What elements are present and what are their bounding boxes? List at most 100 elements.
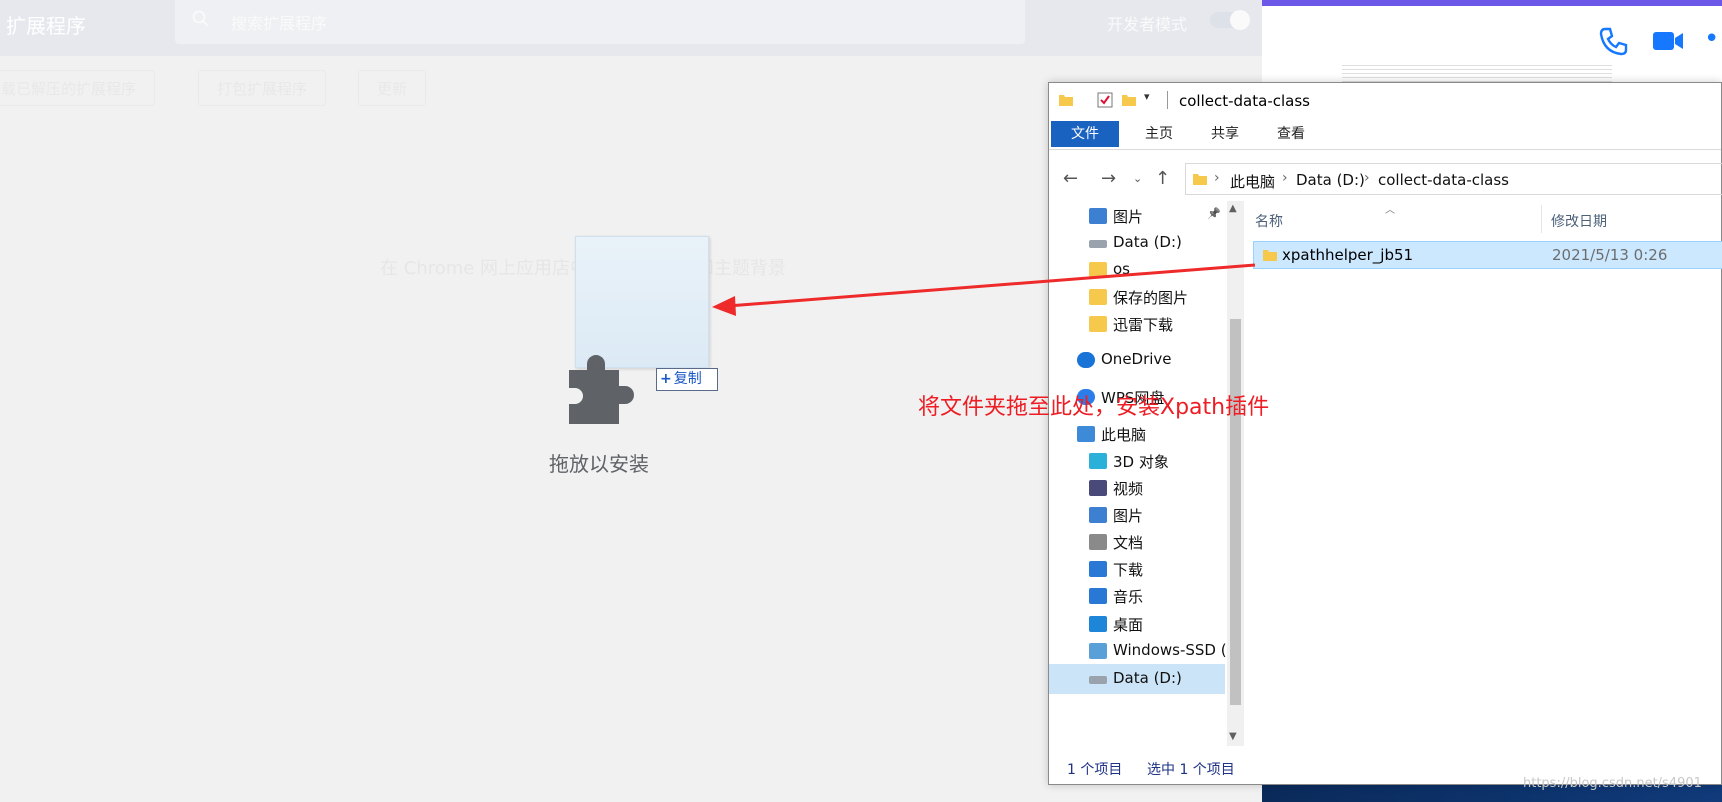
file-row[interactable]: xpathhelper_jb51 2021/5/13 0:26 [1253, 241, 1722, 269]
sidebar-item[interactable]: Data (D:) [1049, 664, 1225, 694]
sidebar-item[interactable]: OneDrive [1049, 345, 1225, 375]
sidebar-item-label: os [1113, 260, 1130, 278]
sidebar-item[interactable]: Data (D:) [1049, 228, 1225, 258]
documents-icon [1089, 534, 1107, 550]
document-thumbnail [1342, 62, 1612, 84]
sidebar-item[interactable]: 3D 对象 [1049, 446, 1225, 476]
breadcrumb-this-pc[interactable]: 此电脑 [1230, 171, 1275, 192]
extensions-toolbar: 扩展程序 搜索扩展程序 开发者模式 [0, 0, 1265, 56]
search-input[interactable]: 搜索扩展程序 [231, 10, 327, 34]
tab-share[interactable]: 共享 [1195, 121, 1255, 147]
sidebar-item-label: Data (D:) [1113, 233, 1182, 251]
sidebar-item[interactable]: 保存的图片 [1049, 282, 1225, 312]
videos-icon [1089, 480, 1107, 496]
forward-arrow-icon[interactable]: → [1101, 168, 1116, 189]
sidebar-item[interactable]: 视频 [1049, 473, 1225, 503]
column-date[interactable]: 修改日期 [1551, 211, 1607, 231]
copy-badge-label: 复制 [673, 371, 702, 387]
folder-icon [1089, 262, 1107, 278]
sort-ascending-icon: ︿ [1385, 205, 1395, 216]
breadcrumb-drive[interactable]: Data (D:) [1296, 171, 1365, 189]
search-box[interactable]: 搜索扩展程序 [175, 0, 1025, 44]
pack-extension-button[interactable]: 打包扩展程序 [198, 70, 327, 106]
folder-icon [1193, 174, 1207, 185]
folder-icon [1263, 250, 1277, 261]
scrollbar-thumb[interactable] [1230, 319, 1241, 705]
sidebar-item[interactable]: 此电脑 [1049, 419, 1225, 449]
nav-scrollbar[interactable]: ▲ ▼ [1227, 201, 1244, 746]
phone-icon[interactable] [1598, 26, 1628, 56]
sidebar-item-label: 图片 [1113, 507, 1144, 525]
sidebar-item[interactable]: 文档 [1049, 527, 1225, 557]
up-arrow-icon[interactable]: ↑ [1155, 168, 1170, 189]
update-button[interactable]: 更新 [358, 70, 427, 106]
breadcrumb-folder[interactable]: collect-data-class [1378, 171, 1509, 189]
sidebar-item[interactable]: 音乐 [1049, 581, 1225, 611]
sidebar-item[interactable]: 下载 [1049, 554, 1225, 584]
chevron-down-icon[interactable]: ▾ [1144, 90, 1150, 103]
sidebar-item-label: 3D 对象 [1113, 453, 1169, 471]
window-title: collect-data-class [1179, 92, 1310, 110]
puzzle-piece-icon [569, 355, 634, 424]
tab-view[interactable]: 查看 [1261, 121, 1321, 147]
3d-objects-icon [1089, 453, 1107, 469]
windows-drive-icon [1089, 643, 1107, 659]
video-call-icon[interactable] [1652, 26, 1684, 56]
more-icon[interactable]: • [1704, 24, 1719, 54]
pin-icon: 📌 [1207, 207, 1221, 220]
column-name[interactable]: 名称 [1255, 211, 1283, 231]
sidebar-item-label: Data (D:) [1113, 669, 1182, 687]
this-pc-icon [1077, 426, 1095, 442]
navigation-pane: 图片 📌 Data (D:) os 保存的图片 迅雷下载 OneDrive WPS网盘 此电脑 3… [1049, 201, 1245, 746]
back-arrow-icon[interactable]: ← [1063, 168, 1078, 189]
drive-icon [1089, 676, 1107, 684]
title-bar: ▾ collect-data-class [1049, 83, 1721, 117]
window-accent-bar [1262, 0, 1722, 6]
sidebar-item-label: 此电脑 [1101, 426, 1147, 444]
watermark: https://blog.csdn.net/s4901 [1523, 776, 1702, 791]
copy-badge: + 复制 [656, 368, 718, 391]
sidebar-item-label: 文档 [1113, 534, 1144, 552]
annotation-text: 将文件夹拖至此处，安装Xpath插件 [918, 395, 1270, 420]
column-divider[interactable] [1541, 205, 1542, 233]
onedrive-icon [1077, 352, 1095, 368]
sidebar-item[interactable]: Windows-SSD ( [1049, 636, 1227, 666]
sidebar-item-label: 图片 [1113, 208, 1144, 226]
tab-home[interactable]: 主页 [1129, 121, 1189, 147]
tab-file[interactable]: 文件 [1051, 121, 1119, 147]
file-name: xpathhelper_jb51 [1282, 246, 1414, 264]
drag-ghost-folder [575, 236, 709, 368]
drive-icon [1089, 240, 1107, 248]
sidebar-item[interactable]: os [1049, 255, 1225, 285]
downloads-icon [1089, 561, 1107, 577]
pictures-icon [1089, 208, 1107, 224]
sidebar-item[interactable]: 桌面 [1049, 609, 1225, 639]
drop-to-install-label: 拖放以安装 [549, 452, 649, 476]
new-folder-icon[interactable] [1121, 92, 1137, 108]
scroll-up-icon[interactable]: ▲ [1229, 203, 1237, 214]
scroll-down-icon[interactable]: ▼ [1229, 731, 1237, 742]
dev-mode-toggle[interactable] [1210, 10, 1250, 30]
properties-icon[interactable] [1097, 92, 1113, 108]
chevron-right-icon: › [1282, 170, 1288, 186]
title-divider [1167, 91, 1168, 109]
sidebar-item[interactable]: 图片 📌 [1049, 201, 1225, 231]
column-header: ︿ 名称 修改日期 [1245, 201, 1722, 237]
pictures-icon [1089, 507, 1107, 523]
sidebar-item-label: 视频 [1113, 480, 1144, 498]
sidebar-item-label: 下载 [1113, 561, 1144, 579]
address-bar[interactable]: › 此电脑 › Data (D:) › collect-data-class [1185, 163, 1722, 195]
sidebar-item-label: Windows-SSD ( [1113, 641, 1227, 659]
sidebar-item[interactable]: 迅雷下载 [1049, 309, 1225, 339]
sidebar-item-label: OneDrive [1101, 350, 1172, 368]
search-icon [192, 10, 209, 27]
chevron-right-icon: › [1214, 170, 1220, 186]
recent-locations-icon[interactable]: ⌄ [1133, 172, 1142, 185]
ribbon-tabs: 文件 主页 共享 查看 [1049, 121, 1721, 150]
sidebar-item[interactable]: 图片 [1049, 500, 1225, 530]
folder-icon [1089, 316, 1107, 332]
load-unpacked-button[interactable]: 载已解压的扩展程序 [0, 70, 156, 106]
file-date: 2021/5/13 0:26 [1552, 246, 1668, 264]
sidebar-item-label: 音乐 [1113, 588, 1144, 606]
toggle-knob [1230, 10, 1250, 30]
